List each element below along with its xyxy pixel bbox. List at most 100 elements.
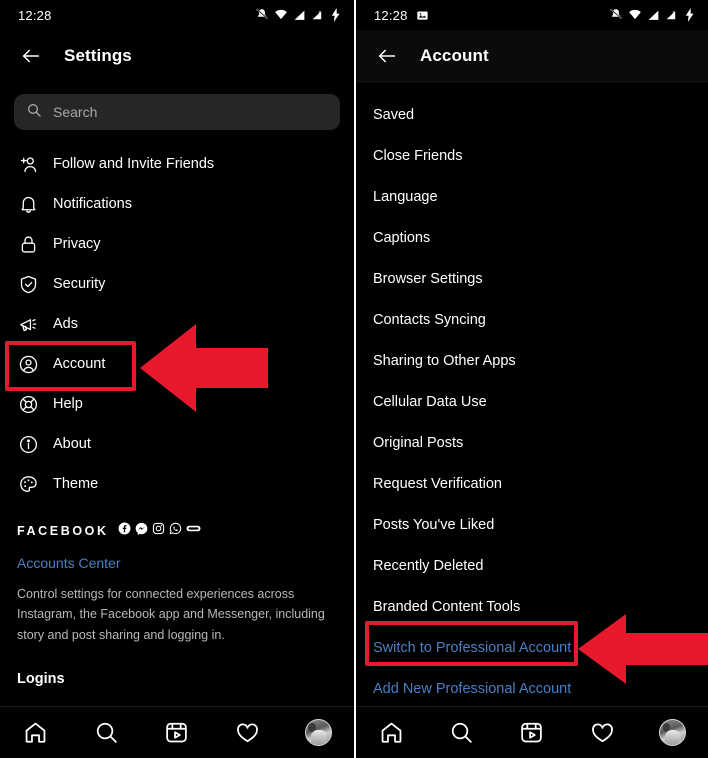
signal-icon (647, 9, 660, 22)
sidebar-item-label: Notifications (53, 196, 132, 212)
facebook-brand-row: FACEBOOK (17, 522, 337, 540)
life-ring-icon (17, 393, 39, 415)
profile-avatar[interactable] (653, 713, 693, 753)
list-item[interactable]: Sharing to Other Apps (356, 340, 708, 381)
signal-x-icon: x (311, 8, 325, 22)
dual-screenshot-container: 12:28 x Settings Search Follow and Invit… (0, 0, 708, 758)
sidebar-item-theme[interactable]: Theme (0, 464, 354, 504)
account-circle-icon (17, 353, 39, 375)
bottom-navigation-right (356, 706, 708, 758)
instagram-icon (152, 522, 165, 540)
sidebar-item-label: Ads (53, 316, 78, 332)
list-item-label: Language (373, 188, 438, 205)
list-item[interactable]: Captions (356, 217, 708, 258)
status-icons: x (609, 8, 696, 22)
sidebar-item-label: Privacy (53, 236, 101, 252)
list-item-label: Contacts Syncing (373, 311, 486, 328)
profile-avatar[interactable] (299, 713, 339, 753)
search-icon[interactable] (442, 713, 482, 753)
settings-screen: 12:28 x Settings Search Follow and Invit… (0, 0, 354, 758)
signal-icon (293, 9, 306, 22)
settings-menu: Follow and Invite Friends Notifications … (0, 144, 354, 504)
page-title: Account (420, 45, 489, 65)
image-icon (416, 9, 429, 22)
shield-check-icon (17, 273, 39, 295)
reels-icon[interactable] (512, 713, 552, 753)
bottom-navigation-left (0, 706, 354, 758)
sidebar-item-label: Follow and Invite Friends (53, 156, 215, 172)
facebook-wordmark: FACEBOOK (17, 524, 109, 538)
sidebar-item-about[interactable]: About (0, 424, 354, 464)
lock-icon (17, 233, 39, 255)
account-settings-list: Saved Close Friends Language Captions Br… (356, 90, 708, 709)
status-bar-left: 12:28 x (0, 0, 354, 30)
list-item-label: Add New Professional Account (373, 680, 572, 697)
list-item[interactable]: Saved (356, 94, 708, 135)
list-item[interactable]: Original Posts (356, 422, 708, 463)
list-item-label: Close Friends (373, 147, 463, 164)
sidebar-item-follow-invite-friends[interactable]: Follow and Invite Friends (0, 144, 354, 184)
sidebar-item-security[interactable]: Security (0, 264, 354, 304)
sidebar-item-label: Help (53, 396, 83, 412)
list-item-label: Browser Settings (373, 270, 483, 287)
charging-bolt-icon (330, 8, 342, 22)
wifi-icon (274, 8, 288, 22)
partial-item-label (373, 82, 377, 88)
home-icon[interactable] (15, 713, 55, 753)
list-item[interactable]: Close Friends (356, 135, 708, 176)
brand-icons (118, 522, 201, 540)
heart-icon[interactable] (582, 713, 622, 753)
status-icons: x (255, 8, 342, 22)
info-circle-icon (17, 433, 39, 455)
list-item-add-professional-account[interactable]: Add New Professional Account (356, 668, 708, 709)
list-item[interactable]: Language (356, 176, 708, 217)
list-item[interactable]: Posts You've Liked (356, 504, 708, 545)
heart-icon[interactable] (228, 713, 268, 753)
list-item[interactable]: Cellular Data Use (356, 381, 708, 422)
bell-icon (17, 193, 39, 215)
search-input[interactable]: Search (14, 94, 340, 130)
messenger-icon (135, 522, 148, 540)
list-item[interactable]: Contacts Syncing (356, 299, 708, 340)
sidebar-item-ads[interactable]: Ads (0, 304, 354, 344)
bell-muted-icon (609, 8, 623, 22)
sidebar-item-label: Theme (53, 476, 99, 492)
reels-icon[interactable] (157, 713, 197, 753)
home-icon[interactable] (371, 713, 411, 753)
avatar (305, 719, 333, 746)
back-arrow-icon[interactable] (14, 39, 48, 73)
sidebar-item-notifications[interactable]: Notifications (0, 184, 354, 224)
list-item[interactable]: Recently Deleted (356, 545, 708, 586)
status-time: 12:28 (374, 7, 408, 23)
sidebar-item-label: Security (53, 276, 106, 292)
back-arrow-icon[interactable] (370, 39, 404, 73)
page-title: Settings (64, 46, 132, 65)
search-icon[interactable] (86, 713, 126, 753)
list-item-switch-professional-account[interactable]: Switch to Professional Account (356, 627, 708, 668)
status-notification-icons (416, 9, 429, 22)
account-screen: 12:28 x Account Saved Close Friends Lang… (354, 0, 708, 758)
bell-muted-icon (255, 8, 269, 22)
list-item[interactable]: Request Verification (356, 463, 708, 504)
list-item[interactable]: Branded Content Tools (356, 586, 708, 627)
sidebar-item-help[interactable]: Help (0, 384, 354, 424)
sidebar-item-label: Account (53, 356, 106, 372)
accounts-center-link[interactable]: Accounts Center (17, 555, 337, 571)
search-section: Search (0, 82, 354, 130)
charging-bolt-icon (684, 8, 696, 22)
avatar (659, 719, 687, 746)
person-add-icon (17, 153, 39, 175)
sidebar-item-account[interactable]: Account (0, 344, 354, 384)
list-item[interactable]: Browser Settings (356, 258, 708, 299)
signal-x-icon: x (665, 8, 679, 22)
account-header: Account (356, 30, 708, 82)
search-placeholder: Search (53, 104, 98, 120)
settings-header: Settings (0, 30, 354, 82)
list-item-label: Request Verification (373, 475, 502, 492)
sidebar-item-privacy[interactable]: Privacy (0, 224, 354, 264)
list-item-label: Saved (373, 106, 415, 123)
palette-icon (17, 473, 39, 495)
list-item-label: Original Posts (373, 434, 464, 451)
facebook-description: Control settings for connected experienc… (17, 587, 325, 642)
megaphone-icon (17, 313, 39, 335)
